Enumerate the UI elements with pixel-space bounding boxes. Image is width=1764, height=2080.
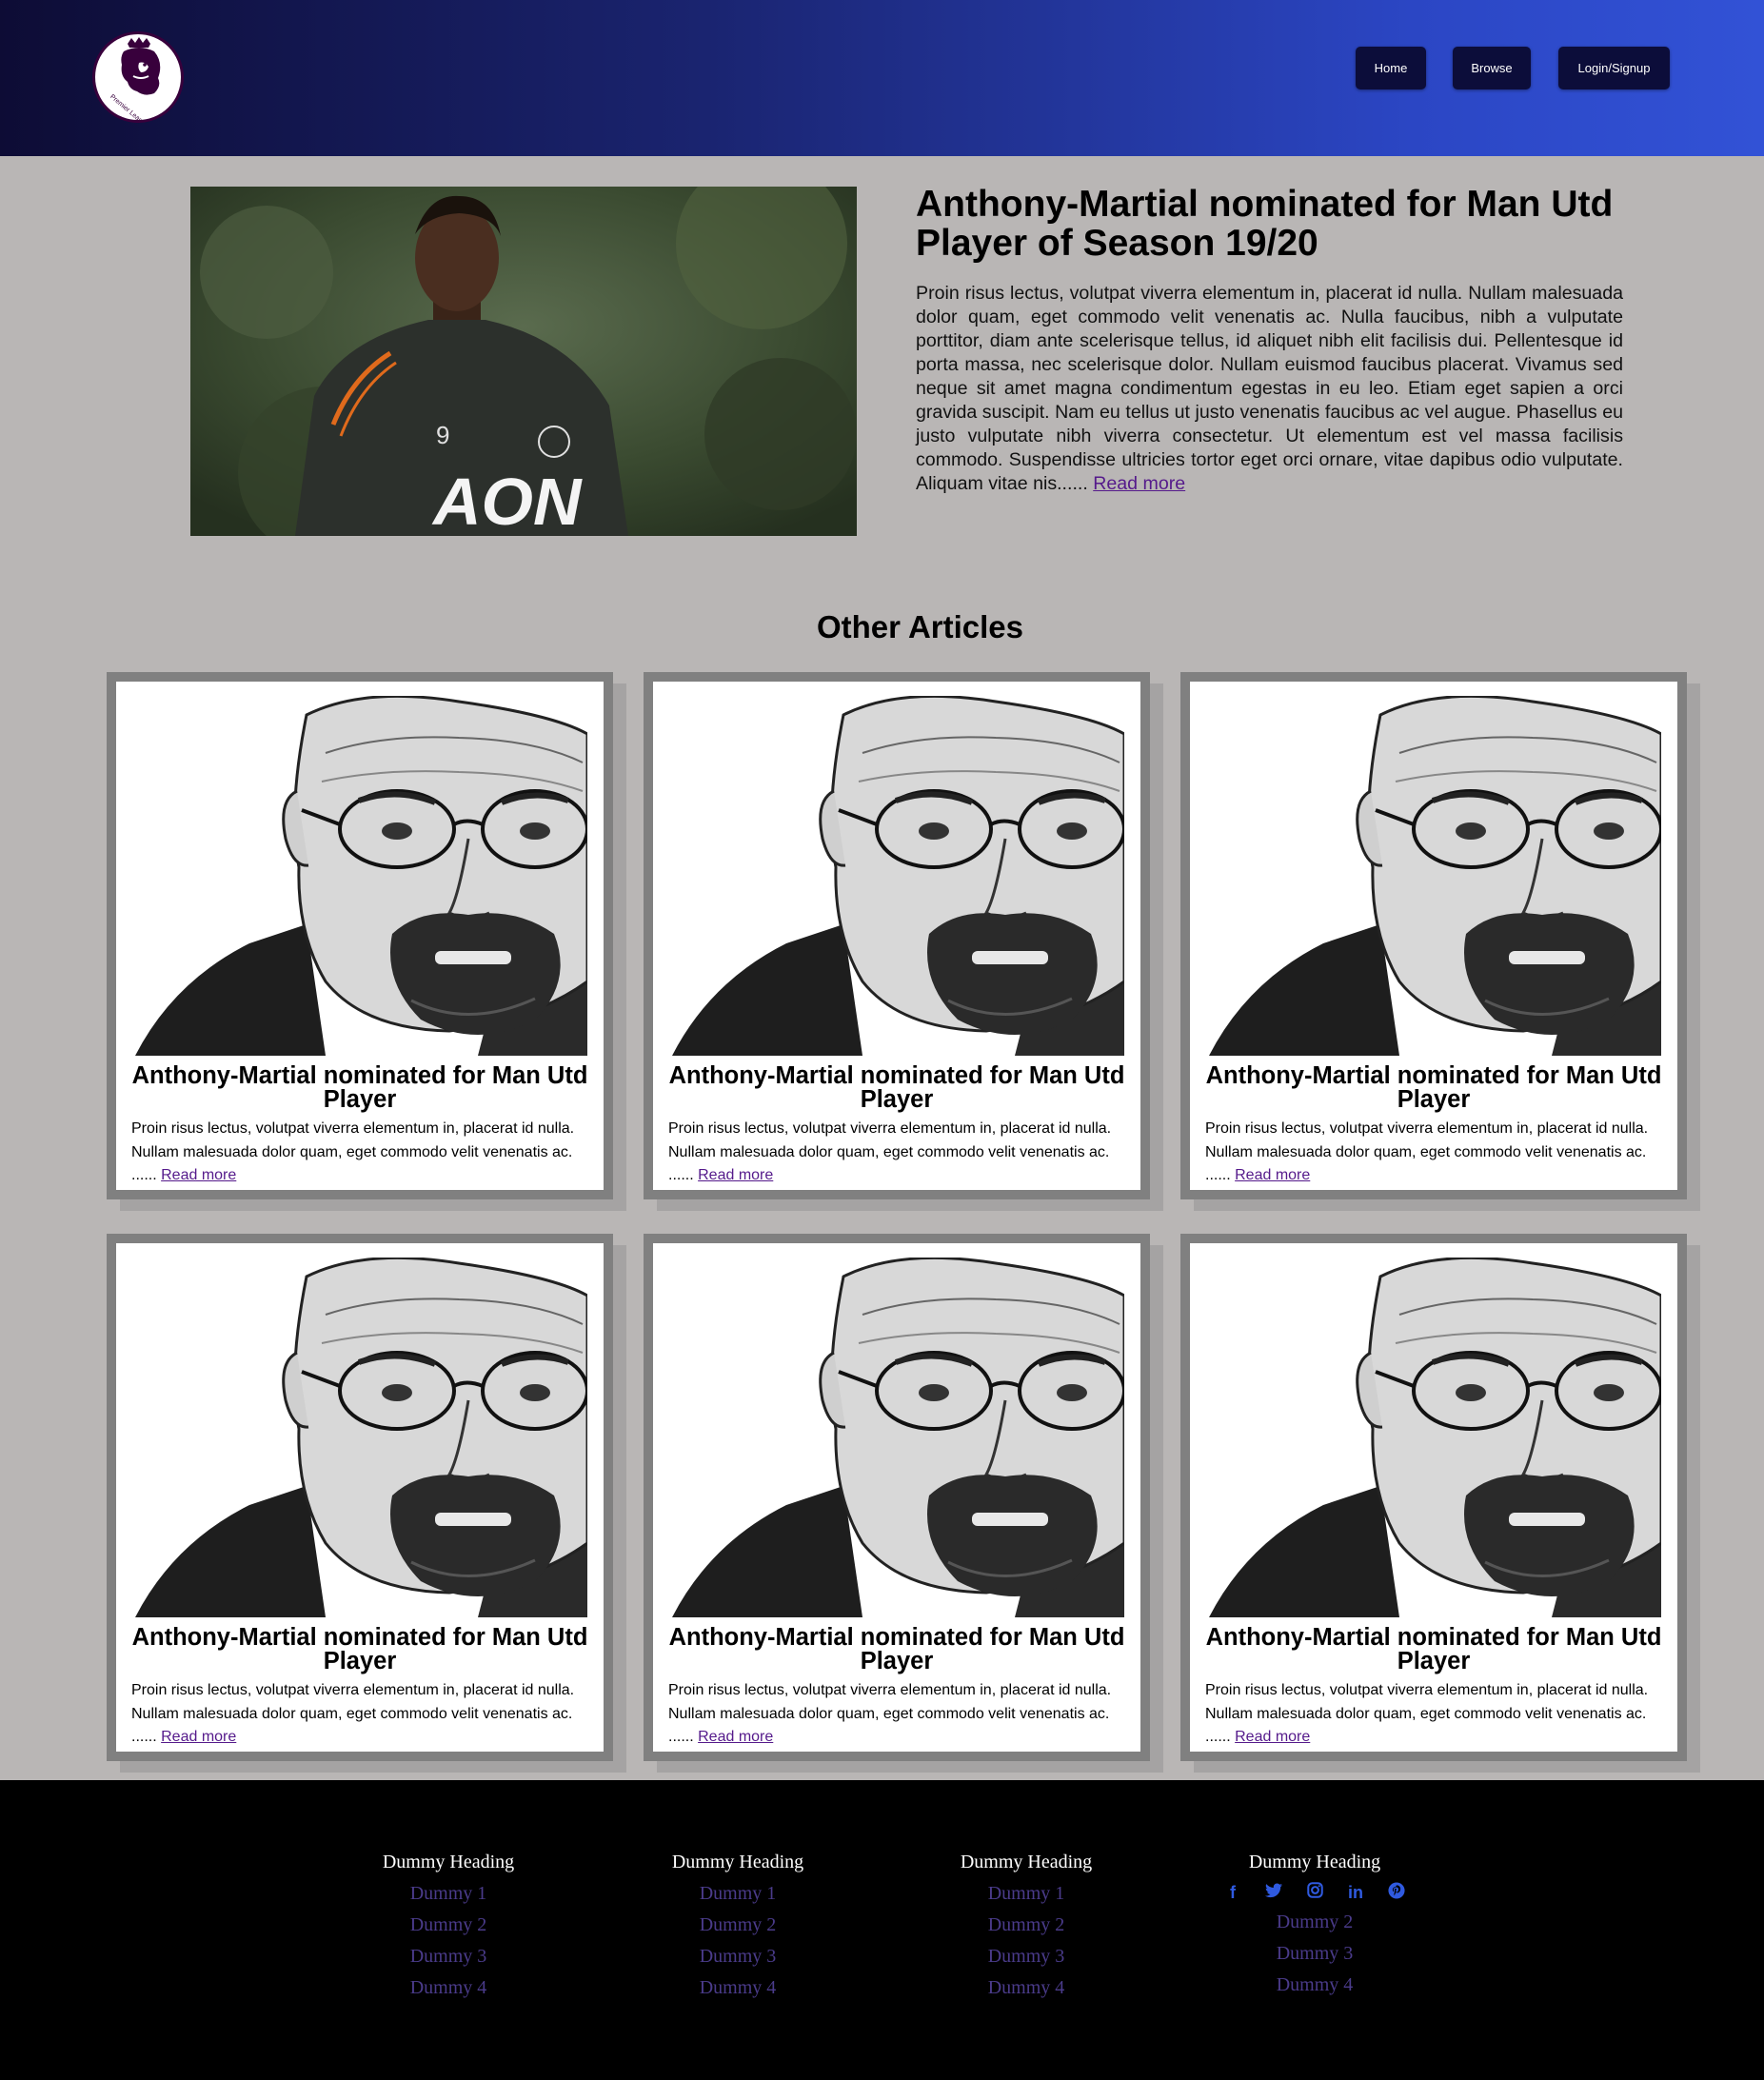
footer-link[interactable]: Dummy 1 bbox=[325, 1878, 572, 1910]
footer-link[interactable]: Dummy 4 bbox=[1191, 1970, 1438, 2001]
footer-link[interactable]: Dummy 3 bbox=[1191, 1938, 1438, 1970]
footer-link[interactable]: Dummy 2 bbox=[902, 1910, 1150, 1941]
article-card[interactable]: Anthony-Martial nominated for Man Utd Pl… bbox=[1180, 1234, 1687, 1761]
pinterest-icon[interactable] bbox=[1386, 1881, 1407, 1904]
article-card-body: Proin risus lectus, volutpat viverra ele… bbox=[1205, 1118, 1672, 1188]
footer-link[interactable]: Dummy 4 bbox=[325, 1972, 572, 2004]
article-card-body: Proin risus lectus, volutpat viverra ele… bbox=[1205, 1679, 1672, 1750]
shirt-sponsor-text: AON bbox=[431, 465, 583, 536]
article-card-image[interactable] bbox=[1209, 696, 1661, 1056]
twitter-icon[interactable] bbox=[1263, 1883, 1284, 1903]
featured-article-text: Proin risus lectus, volutpat viverra ele… bbox=[916, 283, 1623, 494]
article-card-body: Proin risus lectus, volutpat viverra ele… bbox=[131, 1118, 598, 1188]
footer-link[interactable]: Dummy 2 bbox=[325, 1910, 572, 1941]
footer-column-heading: Dummy Heading bbox=[382, 1852, 515, 1872]
article-card[interactable]: Anthony-Martial nominated for Man Utd Pl… bbox=[644, 1234, 1150, 1761]
footer-link[interactable]: Dummy 3 bbox=[902, 1941, 1150, 1972]
featured-article-image[interactable]: 9 AON bbox=[190, 187, 857, 536]
article-card[interactable]: Anthony-Martial nominated for Man Utd Pl… bbox=[107, 1234, 613, 1761]
nav-home-button[interactable]: Home bbox=[1356, 47, 1426, 89]
site-footer bbox=[0, 1780, 1764, 2080]
article-card-body: Proin risus lectus, volutpat viverra ele… bbox=[668, 1679, 1135, 1750]
article-card-title: Anthony-Martial nominated for Man Utd Pl… bbox=[1205, 1624, 1662, 1674]
nav-browse-button[interactable]: Browse bbox=[1453, 47, 1531, 89]
site-header: Premier League Home Browse Login/Signup bbox=[0, 0, 1764, 156]
article-card[interactable]: Anthony-Martial nominated for Man Utd Pl… bbox=[107, 672, 613, 1199]
nav-login-signup-button[interactable]: Login/Signup bbox=[1558, 47, 1670, 89]
article-card-body: Proin risus lectus, volutpat viverra ele… bbox=[131, 1679, 598, 1750]
article-card-read-more-link[interactable]: Read more bbox=[698, 1729, 773, 1745]
footer-link[interactable]: Dummy 2 bbox=[1191, 1907, 1438, 1938]
footer-link[interactable]: Dummy 1 bbox=[614, 1878, 862, 1910]
article-card[interactable]: Anthony-Martial nominated for Man Utd Pl… bbox=[644, 672, 1150, 1199]
footer-link[interactable]: Dummy 1 bbox=[902, 1878, 1150, 1910]
instagram-icon[interactable] bbox=[1304, 1882, 1325, 1903]
shirt-number: 9 bbox=[436, 421, 449, 449]
footer-link[interactable]: Dummy 4 bbox=[614, 1972, 862, 2004]
footer-link[interactable]: Dummy 3 bbox=[614, 1941, 862, 1972]
article-card-image[interactable] bbox=[672, 696, 1124, 1056]
article-card-title: Anthony-Martial nominated for Man Utd Pl… bbox=[668, 1062, 1125, 1113]
article-card-title: Anthony-Martial nominated for Man Utd Pl… bbox=[131, 1062, 588, 1113]
footer-column-1: Dummy Heading Dummy 1 Dummy 2 Dummy 3 Du… bbox=[325, 1847, 572, 2004]
facebook-icon[interactable]: f bbox=[1222, 1883, 1243, 1903]
article-card-title: Anthony-Martial nominated for Man Utd Pl… bbox=[1205, 1062, 1662, 1113]
featured-read-more-link[interactable]: Read more bbox=[1093, 473, 1185, 494]
footer-column-2: Dummy Heading Dummy 1 Dummy 2 Dummy 3 Du… bbox=[614, 1847, 862, 2004]
article-card-read-more-link[interactable]: Read more bbox=[161, 1729, 236, 1745]
article-card-body: Proin risus lectus, volutpat viverra ele… bbox=[668, 1118, 1135, 1188]
logo-wordmark: Premier League bbox=[109, 93, 149, 120]
footer-column-heading: Dummy Heading bbox=[671, 1852, 804, 1872]
article-card-read-more-link[interactable]: Read more bbox=[161, 1167, 236, 1183]
other-articles-heading: Other Articles bbox=[816, 609, 1023, 644]
footer-column-4: Dummy Heading f in Dummy 2 Dummy 3 Dummy… bbox=[1191, 1847, 1438, 2001]
footer-link[interactable]: Dummy 3 bbox=[325, 1941, 572, 1972]
linkedin-icon[interactable]: in bbox=[1345, 1883, 1366, 1903]
article-card-image[interactable] bbox=[1209, 1258, 1661, 1617]
article-card-title: Anthony-Martial nominated for Man Utd Pl… bbox=[668, 1624, 1125, 1674]
premier-league-logo[interactable]: Premier League bbox=[92, 31, 184, 123]
article-card-read-more-link[interactable]: Read more bbox=[1235, 1729, 1310, 1745]
featured-article-title: Anthony-Martial nominated for Man Utd Pl… bbox=[916, 184, 1614, 264]
social-links: f in bbox=[1191, 1878, 1438, 1907]
article-card-title: Anthony-Martial nominated for Man Utd Pl… bbox=[131, 1624, 588, 1674]
footer-column-3: Dummy Heading Dummy 1 Dummy 2 Dummy 3 Du… bbox=[902, 1847, 1150, 2004]
featured-article-body: Proin risus lectus, volutpat viverra ele… bbox=[916, 282, 1623, 496]
article-card-image[interactable] bbox=[135, 696, 587, 1056]
footer-column-heading: Dummy Heading bbox=[1248, 1852, 1381, 1872]
article-card-read-more-link[interactable]: Read more bbox=[698, 1167, 773, 1183]
article-card-read-more-link[interactable]: Read more bbox=[1235, 1167, 1310, 1183]
footer-link[interactable]: Dummy 4 bbox=[902, 1972, 1150, 2004]
footer-column-heading: Dummy Heading bbox=[960, 1852, 1093, 1872]
article-card[interactable]: Anthony-Martial nominated for Man Utd Pl… bbox=[1180, 672, 1687, 1199]
article-card-image[interactable] bbox=[135, 1258, 587, 1617]
article-card-image[interactable] bbox=[672, 1258, 1124, 1617]
footer-link[interactable]: Dummy 2 bbox=[614, 1910, 862, 1941]
